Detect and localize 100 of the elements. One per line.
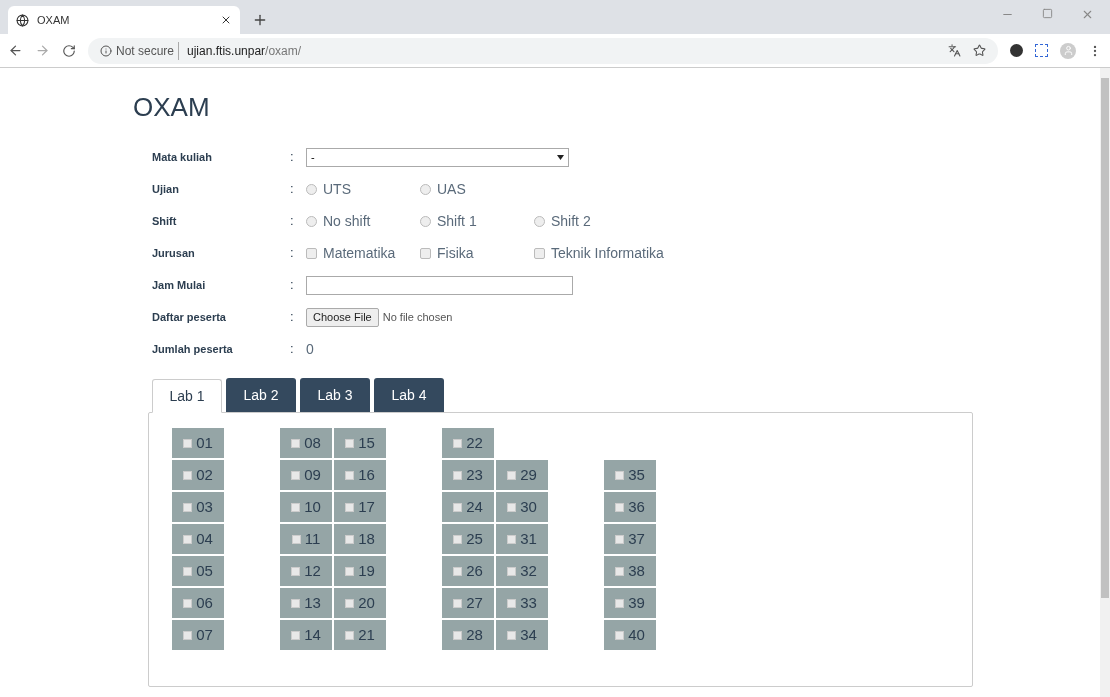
seat-checkbox[interactable] [453, 502, 463, 512]
seat-tile[interactable]: 26 [442, 556, 494, 586]
seat-tile[interactable]: 38 [604, 556, 656, 586]
seat-tile[interactable]: 15 [334, 428, 386, 458]
seat-tile[interactable]: 19 [334, 556, 386, 586]
seat-checkbox[interactable] [345, 566, 355, 576]
seat-checkbox[interactable] [507, 534, 517, 544]
seat-tile[interactable]: 08 [280, 428, 332, 458]
course-select[interactable]: - [306, 147, 569, 167]
lab-tab[interactable]: Lab 4 [374, 378, 444, 412]
browser-tab[interactable]: OXAM [8, 6, 240, 34]
seat-checkbox[interactable] [507, 598, 517, 608]
seat-tile[interactable]: 17 [334, 492, 386, 522]
seat-checkbox[interactable] [615, 598, 625, 608]
seat-checkbox[interactable] [183, 438, 193, 448]
extension-icon[interactable] [1010, 44, 1023, 57]
seat-tile[interactable]: 40 [604, 620, 656, 650]
lab-tab[interactable]: Lab 3 [300, 378, 370, 412]
seat-checkbox[interactable] [345, 502, 355, 512]
seat-checkbox[interactable] [291, 534, 301, 544]
seat-tile[interactable]: 05 [172, 556, 224, 586]
checkbox[interactable] [306, 247, 317, 259]
radio-button[interactable] [420, 215, 431, 227]
lab-tab[interactable]: Lab 1 [152, 379, 222, 413]
seat-checkbox[interactable] [345, 534, 355, 544]
seat-checkbox[interactable] [615, 534, 625, 544]
seat-tile[interactable]: 14 [280, 620, 332, 650]
seat-tile[interactable]: 32 [496, 556, 548, 586]
seat-checkbox[interactable] [453, 630, 463, 640]
seat-checkbox[interactable] [453, 438, 463, 448]
radio-button[interactable] [306, 215, 317, 227]
seat-tile[interactable]: 24 [442, 492, 494, 522]
seat-checkbox[interactable] [453, 470, 463, 480]
reload-icon[interactable] [62, 43, 76, 58]
seat-checkbox[interactable] [507, 566, 517, 576]
seat-checkbox[interactable] [291, 502, 301, 512]
checkbox[interactable] [534, 247, 545, 259]
seat-checkbox[interactable] [183, 534, 193, 544]
seat-checkbox[interactable] [453, 566, 463, 576]
seat-checkbox[interactable] [345, 598, 355, 608]
checkbox[interactable] [420, 247, 431, 259]
seat-checkbox[interactable] [507, 630, 517, 640]
seat-checkbox[interactable] [507, 502, 517, 512]
seat-checkbox[interactable] [615, 566, 625, 576]
seat-checkbox[interactable] [615, 470, 625, 480]
choose-file-button[interactable]: Choose File [306, 307, 379, 327]
radio-button[interactable] [420, 183, 431, 195]
profile-avatar[interactable] [1060, 42, 1076, 59]
start-time-field[interactable] [306, 275, 573, 295]
seat-checkbox[interactable] [291, 470, 301, 480]
seat-tile[interactable]: 23 [442, 460, 494, 490]
seat-checkbox[interactable] [291, 598, 301, 608]
seat-tile[interactable]: 01 [172, 428, 224, 458]
seat-tile[interactable]: 29 [496, 460, 548, 490]
seat-tile[interactable]: 06 [172, 588, 224, 618]
seat-tile[interactable]: 20 [334, 588, 386, 618]
seat-tile[interactable]: 11 [280, 524, 332, 554]
seat-tile[interactable]: 35 [604, 460, 656, 490]
seat-tile[interactable]: 03 [172, 492, 224, 522]
radio-button[interactable] [306, 183, 317, 195]
seat-tile[interactable]: 18 [334, 524, 386, 554]
seat-checkbox[interactable] [291, 630, 301, 640]
address-bar[interactable]: Not secure ujian.ftis.unpar/oxam/ [88, 37, 998, 64]
seat-tile[interactable]: 33 [496, 588, 548, 618]
seat-tile[interactable]: 36 [604, 492, 656, 522]
maximize-icon[interactable] [1042, 8, 1053, 19]
seat-tile[interactable]: 07 [172, 620, 224, 650]
seat-tile[interactable]: 21 [334, 620, 386, 650]
seat-tile[interactable]: 04 [172, 524, 224, 554]
seat-tile[interactable]: 10 [280, 492, 332, 522]
seat-tile[interactable]: 30 [496, 492, 548, 522]
seat-tile[interactable]: 27 [442, 588, 494, 618]
seat-tile[interactable]: 34 [496, 620, 548, 650]
seat-checkbox[interactable] [183, 598, 193, 608]
seat-checkbox[interactable] [345, 630, 355, 640]
seat-checkbox[interactable] [183, 566, 193, 576]
seat-checkbox[interactable] [183, 470, 193, 480]
seat-checkbox[interactable] [291, 438, 301, 448]
seat-tile[interactable]: 37 [604, 524, 656, 554]
new-tab-icon[interactable] [252, 12, 268, 28]
seat-tile[interactable]: 22 [442, 428, 494, 458]
seat-checkbox[interactable] [615, 630, 625, 640]
seat-tile[interactable]: 31 [496, 524, 548, 554]
seat-tile[interactable]: 16 [334, 460, 386, 490]
seat-checkbox[interactable] [507, 470, 517, 480]
back-icon[interactable] [8, 43, 23, 58]
seat-checkbox[interactable] [453, 598, 463, 608]
seat-tile[interactable]: 12 [280, 556, 332, 586]
seat-tile[interactable]: 09 [280, 460, 332, 490]
seat-tile[interactable]: 28 [442, 620, 494, 650]
close-icon[interactable] [220, 14, 232, 26]
seat-checkbox[interactable] [615, 502, 625, 512]
lab-tab[interactable]: Lab 2 [226, 378, 296, 412]
seat-tile[interactable]: 13 [280, 588, 332, 618]
seat-checkbox[interactable] [345, 470, 355, 480]
seat-tile[interactable]: 02 [172, 460, 224, 490]
seat-checkbox[interactable] [453, 534, 463, 544]
radio-button[interactable] [534, 215, 545, 227]
bookmark-star-icon[interactable] [973, 44, 986, 57]
seat-checkbox[interactable] [183, 502, 193, 512]
